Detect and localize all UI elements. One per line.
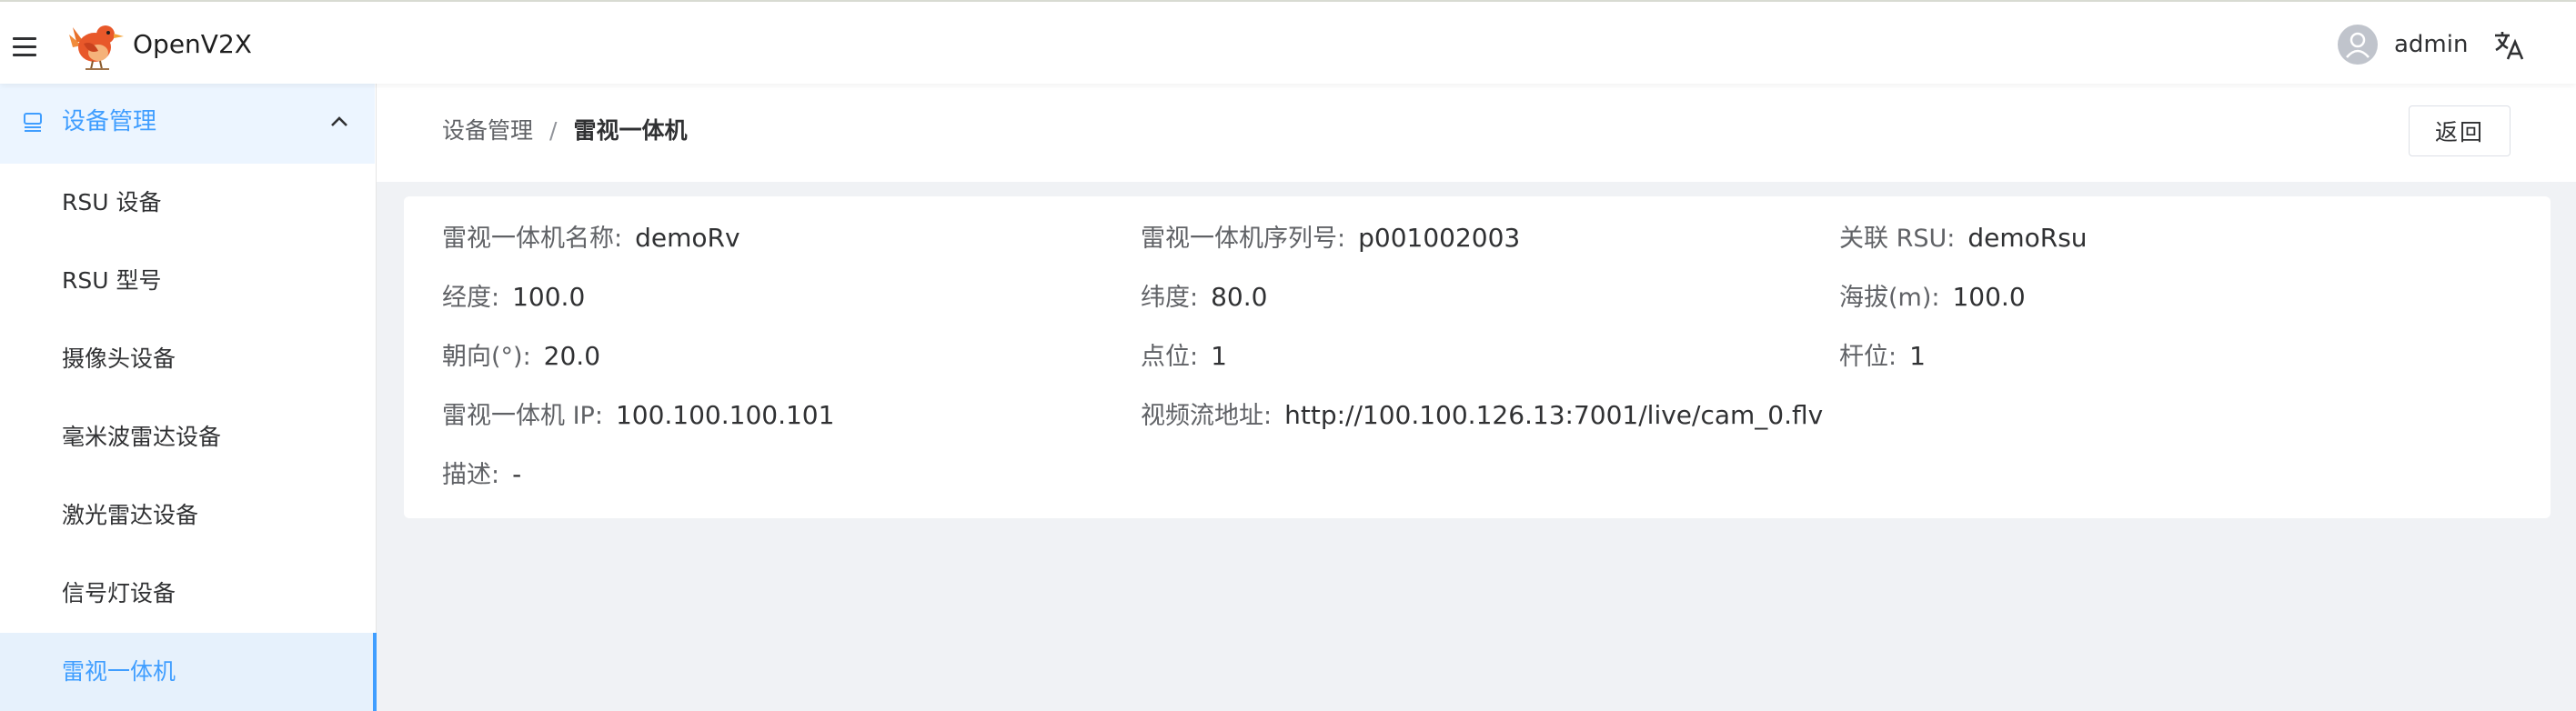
sidebar-item-label: RSU 型号 [62, 267, 162, 294]
device-icon [24, 113, 42, 132]
field-label: 视频流地址: [1141, 402, 1273, 430]
breadcrumb-current: 雷视一体机 [573, 117, 688, 144]
field-label: 纬度: [1141, 284, 1199, 312]
field-label: 海拔(m): [1839, 284, 1940, 312]
breadcrumb-separator: / [549, 117, 558, 144]
field-heading: 朝向(°): 20.0 [442, 338, 600, 376]
field-ip: 雷视一体机 IP: 100.100.100.101 [442, 397, 834, 435]
field-label: 描述: [442, 461, 500, 489]
back-button[interactable]: 返回 [2409, 105, 2511, 156]
sidebar-item-camera[interactable]: 摄像头设备 [0, 320, 375, 398]
field-value: demoRv [635, 223, 740, 253]
field-label: 经度: [442, 284, 500, 312]
sidebar-item-label: 信号灯设备 [62, 580, 176, 606]
bird-logo-icon [69, 25, 124, 70]
field-value: 100.100.100.101 [615, 400, 835, 430]
sidebar-item-radar-camera[interactable]: 雷视一体机 [0, 633, 377, 711]
field-value: 100.0 [1952, 282, 2026, 312]
field-latitude: 纬度: 80.0 [1141, 279, 1267, 316]
sidebar-item-label: 激光雷达设备 [62, 502, 199, 528]
user-menu[interactable]: admin [2338, 24, 2468, 65]
field-value: - [512, 459, 522, 489]
sidebar-item-label: 毫米波雷达设备 [62, 424, 222, 450]
field-serial: 雷视一体机序列号: p001002003 [1141, 220, 1520, 257]
field-video-url: 视频流地址: http://100.100.126.13:7001/live/ca… [1141, 397, 1823, 435]
submenu-label: 设备管理 [62, 108, 157, 135]
sidebar-item-traffic-light[interactable]: 信号灯设备 [0, 555, 375, 633]
field-value: 100.0 [512, 282, 586, 312]
user-avatar-icon [2338, 25, 2378, 65]
sidebar-item-label: 摄像头设备 [62, 345, 176, 372]
field-description: 描述: - [442, 456, 521, 494]
breadcrumb: 设备管理 / 雷视一体机 [442, 113, 687, 149]
field-label: 点位: [1141, 343, 1199, 371]
field-label: 雷视一体机名称: [442, 225, 623, 253]
page-header: 设备管理 / 雷视一体机 返回 [377, 84, 2576, 182]
field-point: 点位: 1 [1141, 338, 1227, 376]
sidebar-item-rsu-device[interactable]: RSU 设备 [0, 164, 375, 242]
app-title: OpenV2X [133, 29, 252, 59]
submenu-device-management[interactable]: 设备管理 [0, 84, 375, 164]
sidebar-item-label: 雷视一体机 [62, 658, 176, 685]
top-header: OpenV2X admin [0, 0, 2576, 84]
chevron-up-icon[interactable] [329, 113, 349, 131]
translate-icon[interactable] [2492, 29, 2525, 62]
field-label: 雷视一体机序列号: [1141, 225, 1346, 253]
field-rsu: 关联 RSU: demoRsu [1839, 220, 2088, 257]
field-longitude: 经度: 100.0 [442, 279, 585, 316]
sidebar-item-rsu-model[interactable]: RSU 型号 [0, 242, 375, 320]
field-value: 1 [1909, 341, 1926, 371]
field-altitude: 海拔(m): 100.0 [1839, 279, 2026, 316]
field-value: p001002003 [1358, 223, 1521, 253]
field-pole: 杆位: 1 [1839, 338, 1926, 376]
user-name: admin [2394, 31, 2469, 58]
hamburger-icon[interactable] [13, 37, 36, 57]
field-value: demoRsu [1967, 223, 2088, 253]
field-value: http://100.100.126.13:7001/live/cam_0.fl… [1284, 400, 1824, 430]
field-label: 关联 RSU: [1839, 225, 1956, 253]
field-value: 1 [1211, 341, 1227, 371]
sidebar: 设备管理 RSU 设备 RSU 型号 摄像头设备 毫米波雷达设备 激光雷达设备 … [0, 84, 377, 711]
breadcrumb-parent-link[interactable]: 设备管理 [442, 113, 533, 149]
field-label: 朝向(°): [442, 343, 531, 371]
sidebar-item-mmwave-radar[interactable]: 毫米波雷达设备 [0, 398, 375, 476]
field-label: 杆位: [1839, 343, 1897, 371]
field-name: 雷视一体机名称: demoRv [442, 220, 740, 257]
field-value: 20.0 [543, 341, 601, 371]
detail-card: 雷视一体机名称: demoRv 雷视一体机序列号: p001002003 关联 RS… [404, 196, 2551, 518]
field-label: 雷视一体机 IP: [442, 402, 603, 430]
sidebar-item-lidar[interactable]: 激光雷达设备 [0, 476, 375, 555]
sidebar-item-label: RSU 设备 [62, 189, 162, 215]
field-value: 80.0 [1211, 282, 1268, 312]
